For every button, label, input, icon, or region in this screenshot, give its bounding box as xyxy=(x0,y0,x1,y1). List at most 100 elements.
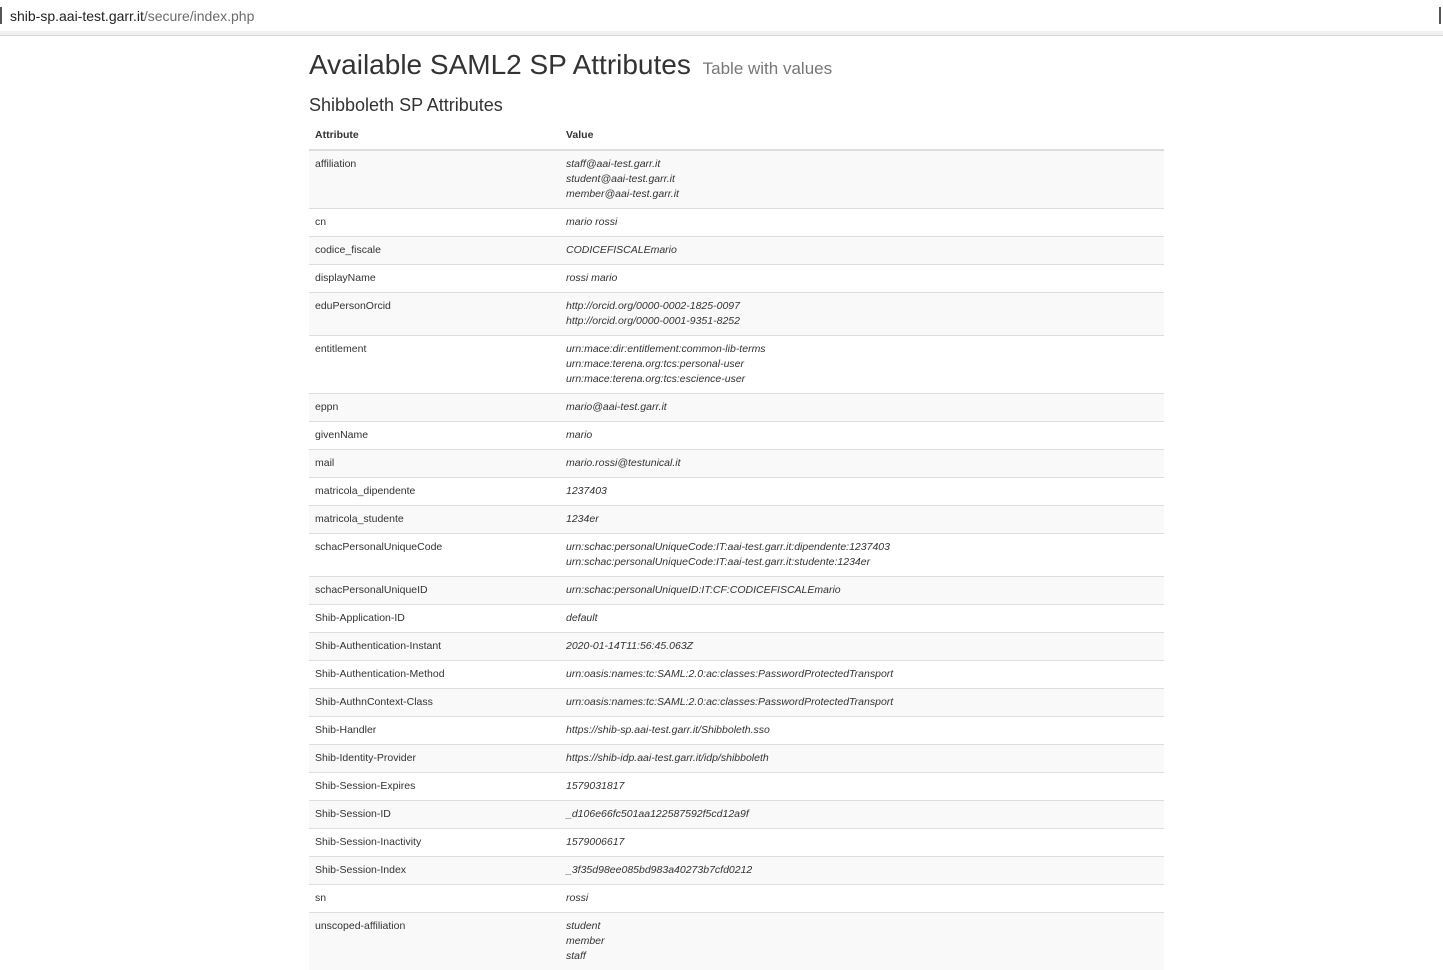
attribute-value: 1579006617 xyxy=(566,835,1158,850)
attribute-value: http://orcid.org/0000-0001-9351-8252 xyxy=(566,314,1158,329)
attribute-value-cell: 1579006617 xyxy=(560,829,1164,857)
attribute-name: matricola_studente xyxy=(309,506,560,534)
table-row: Shib-Handler https://shib-sp.aai-test.gar… xyxy=(309,717,1164,745)
attribute-value: urn:oasis:names:tc:SAML:2.0:ac:classes:P… xyxy=(566,695,1158,710)
attribute-name: matricola_dipendente xyxy=(309,478,560,506)
attribute-name: entitlement xyxy=(309,336,560,394)
attribute-value-cell: https://shib-idp.aai-test.garr.it/idp/sh… xyxy=(560,745,1164,773)
attribute-value-cell: 1234er xyxy=(560,506,1164,534)
table-row: Shib-Session-Index _3f35d98ee085bd983a402… xyxy=(309,857,1164,885)
attribute-value: mario.rossi@testunical.it xyxy=(566,456,1158,471)
attribute-name: Shib-Identity-Provider xyxy=(309,745,560,773)
attribute-value: _3f35d98ee085bd983a40273b7cfd0212 xyxy=(566,863,1158,878)
table-row: Shib-Session-Inactivity1579006617 xyxy=(309,829,1164,857)
attribute-name: Shib-Authentication-Method xyxy=(309,661,560,689)
attribute-value: mario rossi xyxy=(566,215,1158,230)
attribute-value: staff@aai-test.garr.it xyxy=(566,157,1158,172)
attribute-value-cell: mario xyxy=(560,422,1164,450)
attribute-value-cell: urn:oasis:names:tc:SAML:2.0:ac:classes:P… xyxy=(560,689,1164,717)
attribute-name: Shib-Session-Index xyxy=(309,857,560,885)
attribute-value-cell: http://orcid.org/0000-0002-1825-0097http… xyxy=(560,293,1164,336)
attribute-value-cell: default xyxy=(560,605,1164,633)
url-host: shib-sp.aai-test.garr.it xyxy=(10,8,144,24)
attribute-value: member xyxy=(566,934,1158,949)
table-row: Shib-Session-Expires 1579031817 xyxy=(309,773,1164,801)
table-row: Shib-Identity-Provider https://shib-idp.a… xyxy=(309,745,1164,773)
attribute-value-cell: rossi xyxy=(560,885,1164,913)
attribute-value-cell: urn:mace:dir:entitlement:common-lib-term… xyxy=(560,336,1164,394)
table-row: schacPersonalUniqueID urn:schac:personalU… xyxy=(309,577,1164,605)
attribute-value-cell: 1237403 xyxy=(560,478,1164,506)
attribute-name: unscoped-affiliation xyxy=(309,913,560,970)
table-row: eduPersonOrcidhttp://orcid.org/0000-0002… xyxy=(309,293,1164,336)
attribute-value-cell: _3f35d98ee085bd983a40273b7cfd0212 xyxy=(560,857,1164,885)
table-row: codice_fiscale CODICEFISCALEmario xyxy=(309,237,1164,265)
attribute-name: Shib-Session-Expires xyxy=(309,773,560,801)
scroll-edge-icon xyxy=(1439,7,1441,24)
table-row: entitlement urn:mace:dir:entitlement:comm… xyxy=(309,336,1164,394)
table-row: Shib-Authentication-Methodurn:oasis:name… xyxy=(309,661,1164,689)
attribute-name: Shib-Session-ID xyxy=(309,801,560,829)
attribute-value-cell: _d106e66fc501aa122587592f5cd12a9f xyxy=(560,801,1164,829)
table-row: Shib-Session-ID_d106e66fc501aa122587592f… xyxy=(309,801,1164,829)
attribute-name: codice_fiscale xyxy=(309,237,560,265)
attribute-value: urn:mace:terena.org:tcs:personal-user xyxy=(566,357,1158,372)
attribute-value: default xyxy=(566,611,1158,626)
attribute-value: 1579031817 xyxy=(566,779,1158,794)
attribute-value: 1234er xyxy=(566,512,1158,527)
attribute-value-cell: studentmemberstaff xyxy=(560,913,1164,970)
attribute-value: urn:mace:dir:entitlement:common-lib-term… xyxy=(566,342,1158,357)
page-title-text: Available SAML2 SP Attributes xyxy=(309,49,691,80)
attribute-value: mario xyxy=(566,428,1158,443)
attribute-name: affiliation xyxy=(309,150,560,209)
table-header-row: Attribute Value xyxy=(309,123,1164,150)
attribute-value: rossi xyxy=(566,891,1158,906)
attribute-value: https://shib-sp.aai-test.garr.it/Shibbol… xyxy=(566,723,1158,738)
attribute-name: Shib-AuthnContext-Class xyxy=(309,689,560,717)
address-bar[interactable]: shib-sp.aai-test.garr.it/secure/index.ph… xyxy=(0,0,1443,32)
table-row: matricola_dipendente 1237403 xyxy=(309,478,1164,506)
attribute-value: 1237403 xyxy=(566,484,1158,499)
attribute-value: CODICEFISCALEmario xyxy=(566,243,1158,258)
text-cursor-icon xyxy=(0,7,2,24)
table-row: unscoped-affiliationstudentmemberstaff xyxy=(309,913,1164,970)
attribute-value-cell: staff@aai-test.garr.itstudent@aai-test.g… xyxy=(560,150,1164,209)
attribute-value: https://shib-idp.aai-test.garr.it/idp/sh… xyxy=(566,751,1158,766)
attribute-name: eppn xyxy=(309,394,560,422)
attribute-name: schacPersonalUniqueID xyxy=(309,577,560,605)
attribute-value-cell: rossi mario xyxy=(560,265,1164,293)
column-header-value: Value xyxy=(560,123,1164,150)
attribute-name: sn xyxy=(309,885,560,913)
table-row: Shib-Application-IDdefault xyxy=(309,605,1164,633)
table-row: displayNamerossi mario xyxy=(309,265,1164,293)
table-row: schacPersonalUniqueCode urn:schac:persona… xyxy=(309,534,1164,577)
attribute-name: cn xyxy=(309,209,560,237)
attribute-value: urn:mace:terena.org:tcs:escience-user xyxy=(566,372,1158,387)
attribute-value: urn:schac:personalUniqueCode:IT:aai-test… xyxy=(566,555,1158,570)
attribute-name: mail xyxy=(309,450,560,478)
attribute-value-cell: mario rossi xyxy=(560,209,1164,237)
table-row: givenNamemario xyxy=(309,422,1164,450)
table-row: snrossi xyxy=(309,885,1164,913)
attribute-value: staff xyxy=(566,949,1158,964)
table-row: Shib-Authentication-Instant2020-01-14T11… xyxy=(309,633,1164,661)
attribute-value: 2020-01-14T11:56:45.063Z xyxy=(566,639,1158,654)
table-row: mail mario.rossi@testunical.it xyxy=(309,450,1164,478)
attribute-name: eduPersonOrcid xyxy=(309,293,560,336)
attribute-value: urn:schac:personalUniqueCode:IT:aai-test… xyxy=(566,540,1158,555)
attribute-value-cell: urn:schac:personalUniqueCode:IT:aai-test… xyxy=(560,534,1164,577)
attribute-value-cell: 1579031817 xyxy=(560,773,1164,801)
page-title: Available SAML2 SP Attributes Table with… xyxy=(309,48,1164,86)
page-subtitle: Table with values xyxy=(703,59,832,78)
attribute-value: urn:schac:personalUniqueID:IT:CF:CODICEF… xyxy=(566,583,1158,598)
column-header-attribute: Attribute xyxy=(309,123,560,150)
attribute-value-cell: CODICEFISCALEmario xyxy=(560,237,1164,265)
attribute-value: member@aai-test.garr.it xyxy=(566,187,1158,202)
attribute-name: Shib-Handler xyxy=(309,717,560,745)
attributes-table-body: affiliationstaff@aai-test.garr.itstudent… xyxy=(309,150,1164,970)
attribute-name: displayName xyxy=(309,265,560,293)
url-text[interactable]: shib-sp.aai-test.garr.it/secure/index.ph… xyxy=(10,7,254,25)
url-path: /secure/index.php xyxy=(144,8,255,24)
attributes-table: Attribute Value affiliationstaff@aai-tes… xyxy=(309,123,1164,970)
attribute-name: schacPersonalUniqueCode xyxy=(309,534,560,577)
